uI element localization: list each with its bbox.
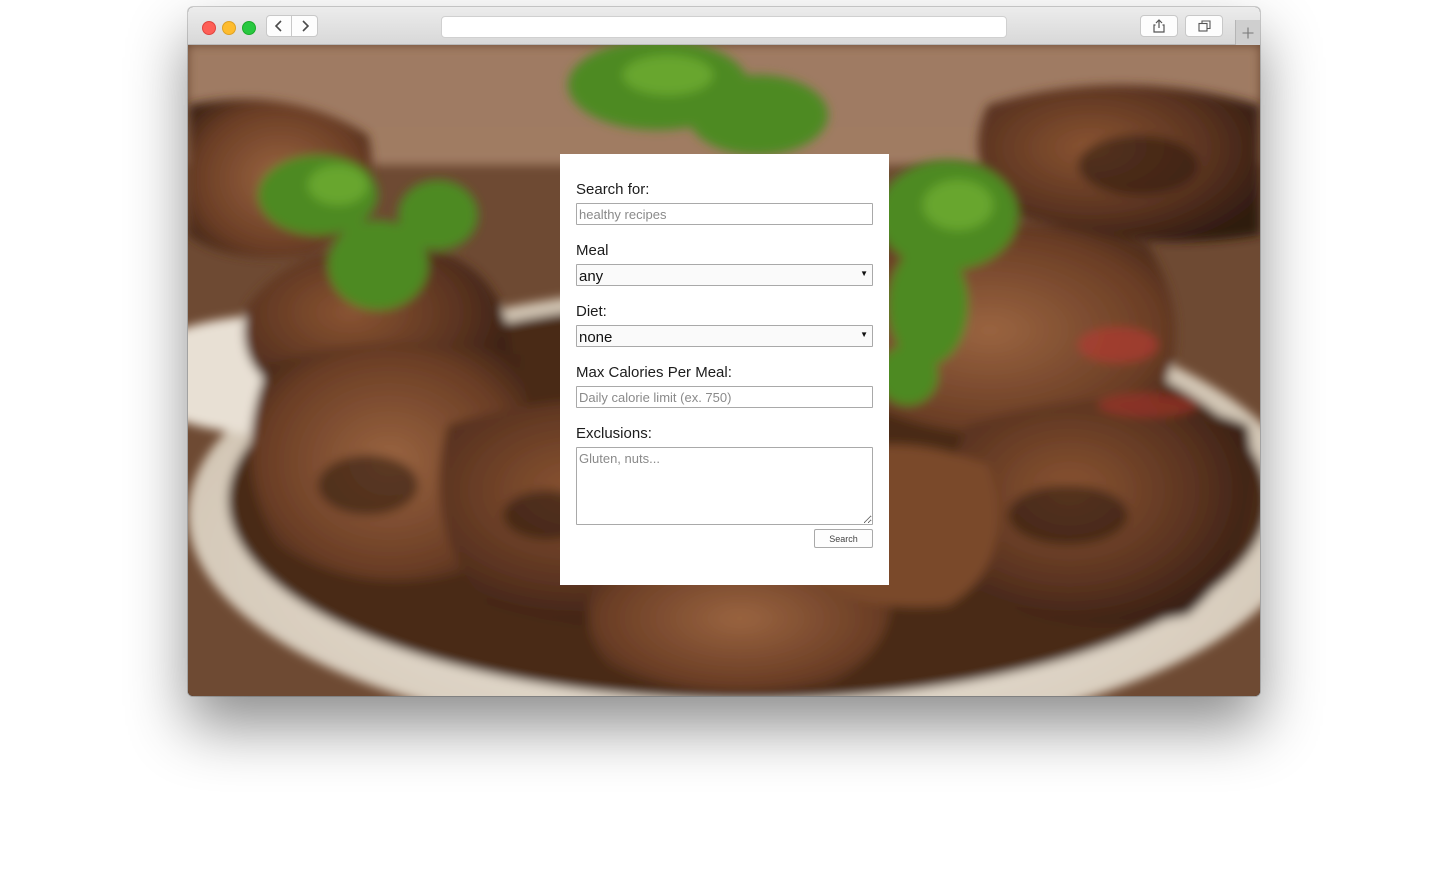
- plus-icon: [1242, 27, 1254, 38]
- share-button[interactable]: [1140, 15, 1178, 37]
- forward-button[interactable]: [292, 15, 318, 37]
- diet-label: Diet:: [576, 303, 607, 320]
- tabs-overview-icon: [1197, 20, 1211, 32]
- zoom-window-button[interactable]: [242, 21, 256, 35]
- max-calories-label: Max Calories Per Meal:: [576, 364, 732, 381]
- search-label: Search for:: [576, 181, 650, 198]
- meal-select[interactable]: any ▼: [576, 264, 873, 286]
- search-input[interactable]: [576, 203, 873, 225]
- show-tabs-button[interactable]: [1185, 15, 1223, 37]
- dropdown-arrow-icon: ▼: [860, 330, 868, 339]
- search-button[interactable]: Search: [814, 529, 873, 548]
- browser-toolbar: [188, 7, 1260, 45]
- page-content: Search for: Meal any ▼ Diet: none ▼ Max …: [188, 45, 1260, 696]
- chevron-left-icon: [274, 20, 282, 32]
- diet-select-value: none: [579, 329, 613, 346]
- back-button[interactable]: [266, 15, 292, 37]
- max-calories-input[interactable]: [576, 386, 873, 408]
- browser-window: Search for: Meal any ▼ Diet: none ▼ Max …: [188, 7, 1260, 696]
- new-tab-button[interactable]: [1235, 20, 1260, 45]
- exclusions-label: Exclusions:: [576, 425, 652, 442]
- share-icon: [1153, 19, 1165, 33]
- chevron-right-icon: [301, 20, 309, 32]
- meal-select-value: any: [579, 268, 604, 285]
- recipe-search-form: Search for: Meal any ▼ Diet: none ▼ Max …: [560, 154, 889, 585]
- address-bar[interactable]: [441, 16, 1007, 38]
- minimize-window-button[interactable]: [222, 21, 236, 35]
- exclusions-textarea[interactable]: [576, 447, 873, 525]
- meal-label: Meal: [576, 242, 609, 259]
- diet-select[interactable]: none ▼: [576, 325, 873, 347]
- close-window-button[interactable]: [202, 21, 216, 35]
- dropdown-arrow-icon: ▼: [860, 269, 868, 278]
